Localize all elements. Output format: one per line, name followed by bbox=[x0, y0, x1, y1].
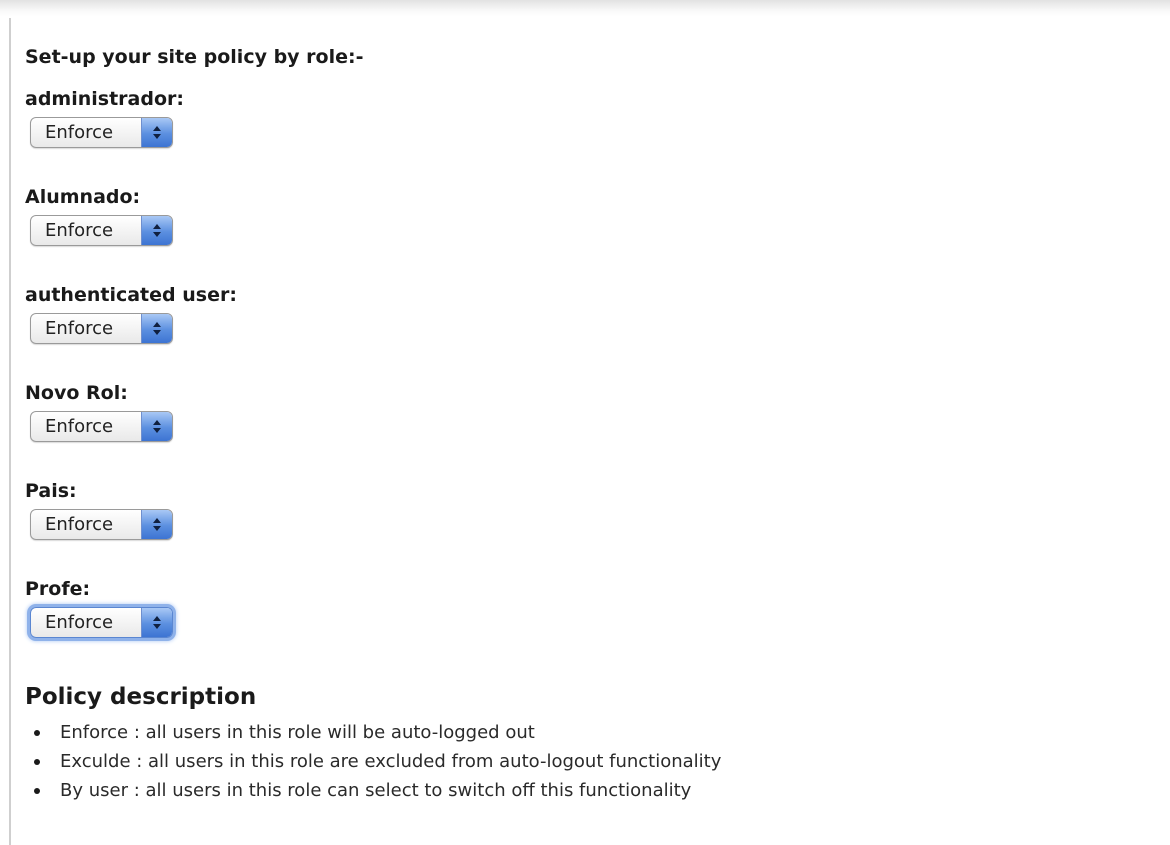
up-down-chevron-icon bbox=[141, 118, 172, 147]
policy-select-alumnado[interactable]: Enforce bbox=[30, 215, 173, 246]
policy-select-administrador[interactable]: Enforce bbox=[30, 117, 173, 148]
select-value: Enforce bbox=[45, 220, 114, 241]
role-profe: Profe: Enforce bbox=[25, 576, 1145, 674]
list-item: By user : all users in this role can sel… bbox=[25, 776, 1145, 805]
left-border bbox=[9, 18, 11, 845]
policy-description-heading: Policy description bbox=[25, 684, 257, 710]
role-administrador: administrador: Enforce bbox=[25, 86, 1145, 184]
section-heading: Set-up your site policy by role:- bbox=[25, 46, 364, 68]
role-label: Profe: bbox=[25, 578, 91, 600]
select-value: Enforce bbox=[45, 514, 114, 535]
role-novo-rol: Novo Rol: Enforce bbox=[25, 380, 1145, 478]
list-item: Enforce : all users in this role will be… bbox=[25, 718, 1145, 747]
policy-select-profe[interactable]: Enforce bbox=[30, 607, 173, 638]
bullet-dot-icon bbox=[34, 788, 40, 794]
role-label: administrador: bbox=[25, 88, 184, 110]
up-down-chevron-icon bbox=[141, 608, 172, 637]
policy-item-text: Enforce : all users in this role will be… bbox=[60, 722, 535, 743]
role-label: Novo Rol: bbox=[25, 382, 128, 404]
select-value: Enforce bbox=[45, 318, 114, 339]
page: Set-up your site policy by role:- admini… bbox=[0, 0, 1170, 845]
select-value: Enforce bbox=[45, 122, 114, 143]
up-down-chevron-icon bbox=[141, 314, 172, 343]
up-down-chevron-icon bbox=[141, 216, 172, 245]
select-value: Enforce bbox=[45, 612, 114, 633]
policy-description-list: Enforce : all users in this role will be… bbox=[25, 718, 1145, 805]
policy-item-text: Exculde : all users in this role are exc… bbox=[60, 751, 722, 772]
role-label: authenticated user: bbox=[25, 284, 237, 306]
policy-form: Set-up your site policy by role:- admini… bbox=[25, 44, 1145, 805]
policy-select-pais[interactable]: Enforce bbox=[30, 509, 173, 540]
role-pais: Pais: Enforce bbox=[25, 478, 1145, 576]
policy-item-text: By user : all users in this role can sel… bbox=[60, 780, 692, 801]
policy-select-authenticated-user[interactable]: Enforce bbox=[30, 313, 173, 344]
up-down-chevron-icon bbox=[141, 412, 172, 441]
list-item: Exculde : all users in this role are exc… bbox=[25, 747, 1145, 776]
role-label: Pais: bbox=[25, 480, 77, 502]
bullet-dot-icon bbox=[34, 730, 40, 736]
top-shadow bbox=[0, 0, 1170, 16]
select-value: Enforce bbox=[45, 416, 114, 437]
bullet-dot-icon bbox=[34, 759, 40, 765]
role-alumnado: Alumnado: Enforce bbox=[25, 184, 1145, 282]
role-authenticated-user: authenticated user: Enforce bbox=[25, 282, 1145, 380]
up-down-chevron-icon bbox=[141, 510, 172, 539]
role-label: Alumnado: bbox=[25, 186, 141, 208]
policy-select-novo-rol[interactable]: Enforce bbox=[30, 411, 173, 442]
